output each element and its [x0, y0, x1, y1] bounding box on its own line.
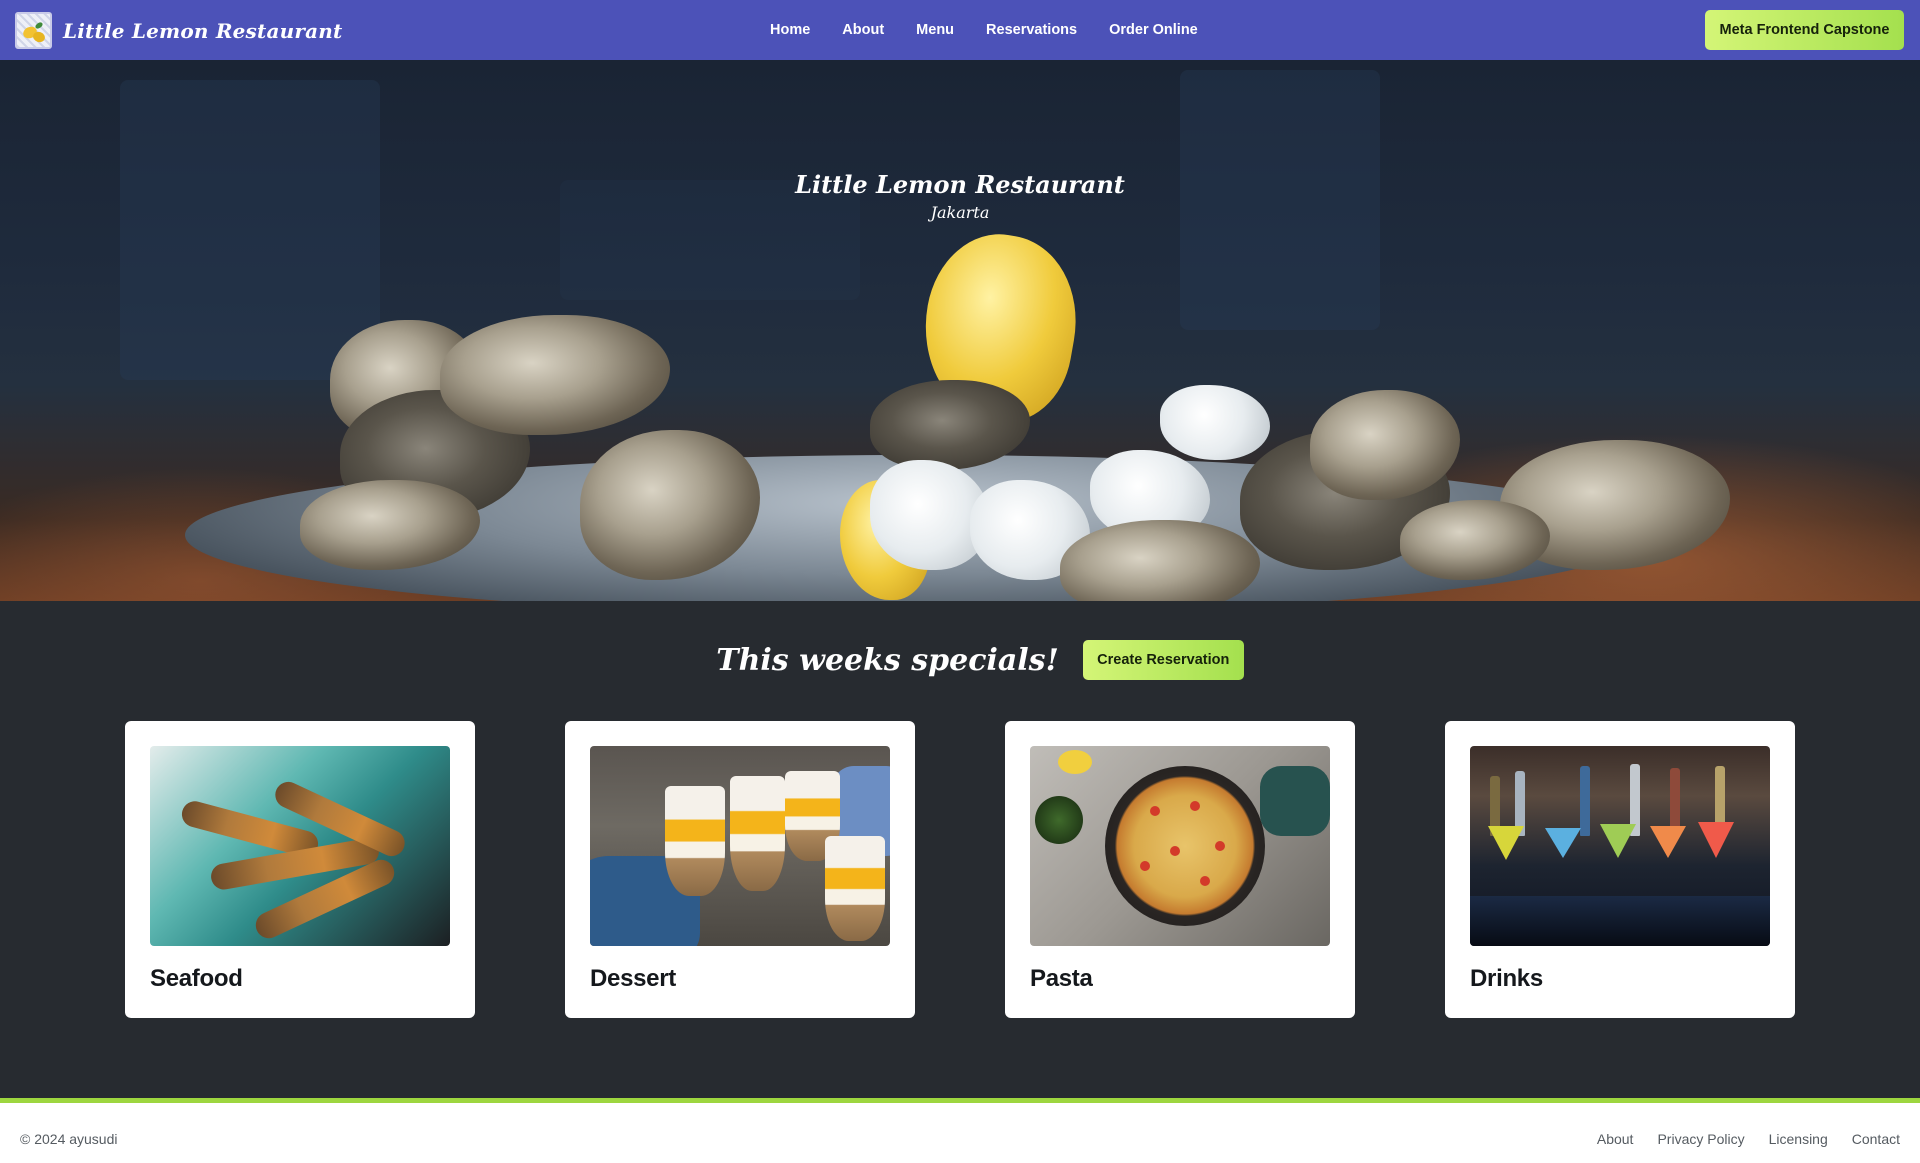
specials-title: This weeks specials!	[716, 642, 1059, 678]
drinks-image	[1470, 746, 1770, 946]
card-title-dessert: Dessert	[590, 965, 676, 992]
navbar: Little Lemon Restaurant Home About Menu …	[0, 0, 1920, 60]
brand-name: Little Lemon Restaurant	[63, 18, 343, 43]
special-card-seafood[interactable]: Seafood	[125, 721, 475, 1018]
lemon-logo-icon	[15, 12, 52, 49]
nav-link-menu[interactable]: Menu	[916, 22, 954, 38]
special-card-pasta[interactable]: Pasta	[1005, 721, 1355, 1018]
footer: © 2024 ayusudi About Privacy Policy Lice…	[0, 1098, 1920, 1163]
nav-link-home[interactable]: Home	[770, 22, 810, 38]
special-card-drinks[interactable]: Drinks	[1445, 721, 1795, 1018]
pasta-image	[1030, 746, 1330, 946]
footer-links: About Privacy Policy Licensing Contact	[1573, 1131, 1900, 1147]
seafood-image	[150, 746, 450, 946]
create-reservation-button[interactable]: Create Reservation	[1082, 640, 1244, 680]
specials-header: This weeks specials! Create Reservation	[0, 640, 1920, 680]
card-title-drinks: Drinks	[1470, 965, 1543, 992]
footer-link-contact[interactable]: Contact	[1852, 1131, 1900, 1147]
copyright-text: © 2024 ayusudi	[20, 1131, 118, 1147]
footer-link-licensing[interactable]: Licensing	[1769, 1131, 1828, 1147]
footer-link-privacy-policy[interactable]: Privacy Policy	[1657, 1131, 1744, 1147]
card-title-seafood: Seafood	[150, 965, 243, 992]
hero-banner: Little Lemon Restaurant Jakarta	[0, 60, 1920, 601]
nav-link-about[interactable]: About	[842, 22, 884, 38]
special-card-dessert[interactable]: Dessert	[565, 721, 915, 1018]
hero-subtitle: Jakarta	[930, 203, 990, 222]
nav-link-reservations[interactable]: Reservations	[986, 22, 1077, 38]
brand-link[interactable]: Little Lemon Restaurant	[15, 12, 342, 49]
hero-title: Little Lemon Restaurant	[795, 170, 1125, 199]
nav-link-order-online[interactable]: Order Online	[1109, 22, 1198, 38]
footer-link-about[interactable]: About	[1597, 1131, 1634, 1147]
card-title-pasta: Pasta	[1030, 965, 1093, 992]
dessert-image	[590, 746, 890, 946]
nav-links: Home About Menu Reservations Order Onlin…	[770, 0, 1230, 60]
meta-capstone-button[interactable]: Meta Frontend Capstone	[1705, 10, 1904, 50]
